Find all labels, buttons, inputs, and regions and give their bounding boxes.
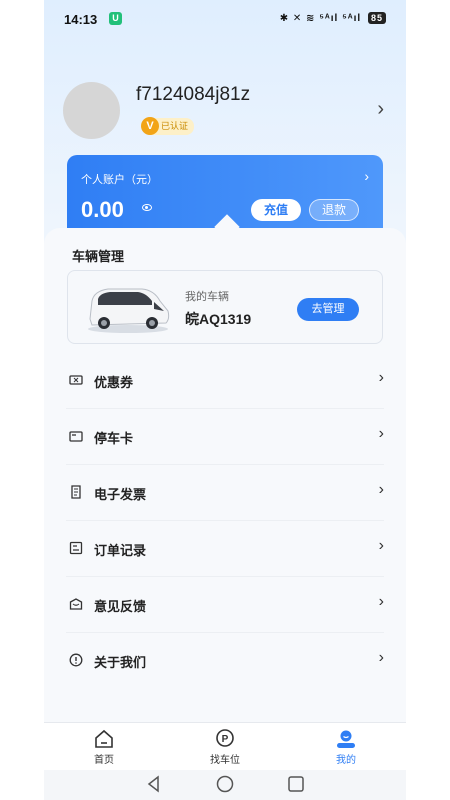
menu-item-label: 电子发票 xyxy=(94,487,147,502)
tab-label: 找车位 xyxy=(210,755,240,766)
menu-item-orders[interactable]: 订单记录 › xyxy=(66,521,384,577)
chevron-right-icon[interactable]: › xyxy=(377,98,384,121)
user-icon xyxy=(337,730,355,748)
username: f7124084j81z xyxy=(136,84,251,105)
status-signal-icons: ✱ ✕ ≋ ⁵ᴬıl ⁵ᴬıl xyxy=(279,13,362,24)
card-icon xyxy=(69,431,83,442)
refund-button[interactable]: 退款 xyxy=(309,199,359,221)
menu-item-invoice[interactable]: 电子发票 › xyxy=(66,465,384,521)
chevron-right-icon: › xyxy=(378,537,384,554)
recharge-button[interactable]: 充值 xyxy=(251,199,301,221)
menu-item-coupon[interactable]: 优惠券 › xyxy=(66,353,384,409)
vehicle-section-title: 车辆管理 xyxy=(72,249,125,264)
vehicle-card[interactable]: 我的车辆 皖AQ1319 去管理 xyxy=(67,270,383,344)
menu-item-about[interactable]: 关于我们 › xyxy=(66,633,384,688)
car-icon xyxy=(88,288,170,333)
tab-find-parking[interactable]: P 找车位 xyxy=(185,729,265,766)
coupon-icon xyxy=(69,375,83,385)
feedback-icon xyxy=(69,598,83,610)
home-icon xyxy=(95,729,113,748)
order-icon xyxy=(69,541,83,555)
menu-item-label: 停车卡 xyxy=(94,431,134,446)
invoice-icon xyxy=(71,485,81,499)
tab-label: 我的 xyxy=(336,755,356,766)
battery-icon: 85 xyxy=(367,12,386,24)
verified-icon: V xyxy=(141,117,159,135)
home-nav-icon[interactable] xyxy=(215,774,235,794)
app-notification-icon: U xyxy=(109,12,122,25)
parking-icon: P xyxy=(216,729,234,747)
profile-header[interactable]: f7124084j81z V 已认证 › xyxy=(44,70,406,150)
status-time: 14:13 xyxy=(64,12,98,27)
menu-item-label: 意见反馈 xyxy=(94,599,147,614)
status-icons: ✱ ✕ ≋ ⁵ᴬıl ⁵ᴬıl 85 xyxy=(280,12,386,24)
chevron-right-icon: › xyxy=(378,649,384,666)
avatar[interactable] xyxy=(63,82,120,139)
menu-item-parking-card[interactable]: 停车卡 › xyxy=(66,409,384,465)
account-balance: 0.00 xyxy=(81,197,124,222)
chevron-right-icon: › xyxy=(378,369,384,386)
menu-item-label: 关于我们 xyxy=(94,655,147,670)
eye-icon[interactable] xyxy=(142,204,152,211)
app-screen: 14:13 U ✱ ✕ ≋ ⁵ᴬıl ⁵ᴬıl 85 f7124084j81z … xyxy=(44,0,406,800)
tab-home[interactable]: 首页 xyxy=(64,729,144,766)
tab-mine[interactable]: 我的 xyxy=(306,729,386,766)
chevron-right-icon[interactable]: › xyxy=(364,168,369,184)
account-title: 个人账户（元） xyxy=(81,174,158,186)
recent-apps-icon[interactable] xyxy=(286,774,306,794)
status-bar: 14:13 U ✱ ✕ ≋ ⁵ᴬıl ⁵ᴬıl 85 xyxy=(44,0,406,38)
system-nav-bar xyxy=(44,770,406,800)
bottom-tab-bar: 首页 P 找车位 我的 xyxy=(44,722,406,771)
vehicle-plate: 皖AQ1319 xyxy=(185,311,252,327)
info-icon xyxy=(69,653,83,667)
manage-vehicle-button[interactable]: 去管理 xyxy=(297,298,359,321)
menu-item-feedback[interactable]: 意见反馈 › xyxy=(66,577,384,633)
tab-label: 首页 xyxy=(94,755,114,766)
chevron-right-icon: › xyxy=(378,425,384,442)
chevron-right-icon: › xyxy=(378,593,384,610)
chevron-right-icon: › xyxy=(378,481,384,498)
vehicle-label: 我的车辆 xyxy=(185,291,229,303)
back-icon[interactable] xyxy=(144,774,164,794)
menu-item-label: 订单记录 xyxy=(94,543,147,558)
verified-label: 已认证 xyxy=(161,121,189,131)
main-sheet: 车辆管理 我的车辆 皖AQ1319 去管理 优惠券 › 停车卡 › 电子发票 ›… xyxy=(44,214,406,724)
verified-badge: V 已认证 xyxy=(141,117,195,135)
svg-text:P: P xyxy=(222,734,229,745)
menu-list: 优惠券 › 停车卡 › 电子发票 › 订单记录 › 意见反馈 › 关于我们 › xyxy=(44,353,406,688)
menu-item-label: 优惠券 xyxy=(94,375,134,390)
